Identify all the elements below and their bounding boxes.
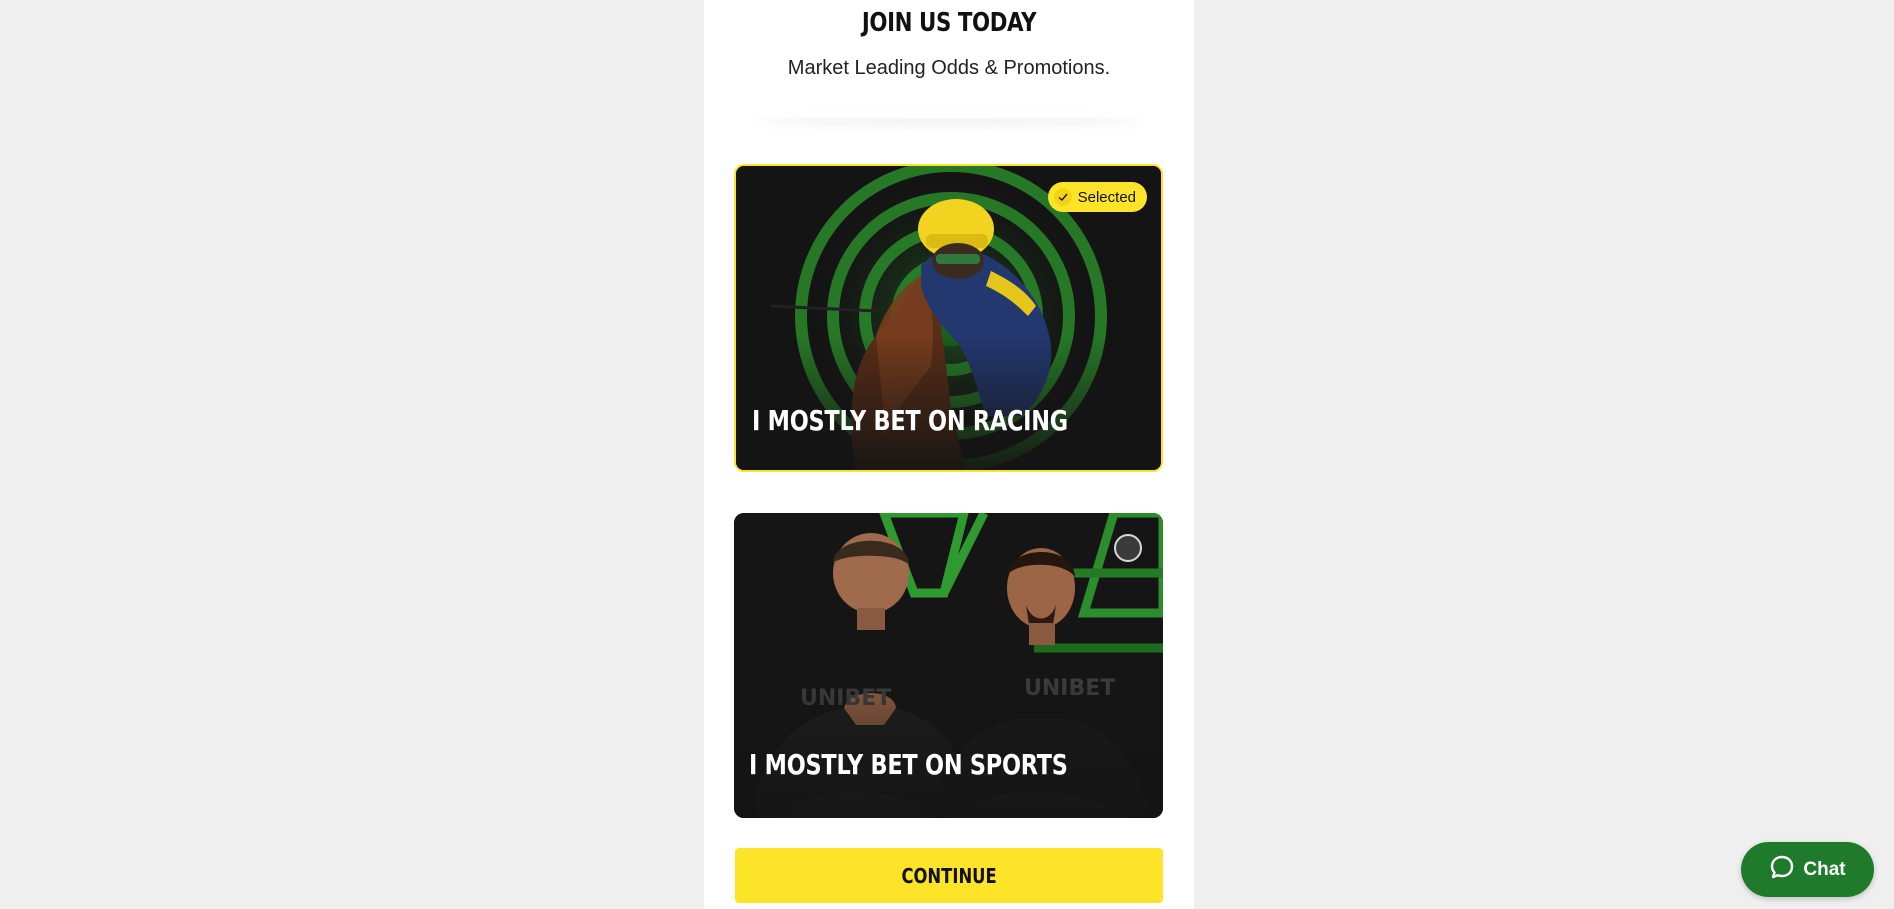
- header-divider-shadow: [754, 112, 1144, 118]
- option-label-racing: I MOSTLY BET ON RACING: [752, 404, 1068, 437]
- check-icon: [1053, 188, 1072, 206]
- continue-label: CONTINUE: [901, 863, 997, 888]
- option-label-sports: I MOSTLY BET ON SPORTS: [749, 748, 1068, 781]
- page-subtitle: Market Leading Odds & Promotions.: [787, 57, 1111, 79]
- option-radio-sports[interactable]: [1114, 534, 1142, 562]
- chat-bubble-icon: [1769, 854, 1795, 886]
- selected-badge-label: Selected: [1077, 188, 1136, 206]
- option-card-sports[interactable]: UNIBET UNIBET I MOSTLY BET ON SPORTS: [734, 513, 1163, 818]
- page-title: JOIN US TODAY: [861, 8, 1037, 38]
- chat-label: Chat: [1803, 858, 1846, 880]
- signup-panel: JOIN US TODAY Market Leading Odds & Prom…: [704, 0, 1194, 909]
- selected-badge: Selected: [1047, 182, 1147, 212]
- continue-button[interactable]: CONTINUE: [735, 848, 1163, 903]
- option-card-racing[interactable]: Selected I MOSTLY BET ON RACING: [734, 164, 1163, 472]
- chat-button[interactable]: Chat: [1741, 842, 1874, 897]
- header: JOIN US TODAY Market Leading Odds & Prom…: [704, 0, 1194, 114]
